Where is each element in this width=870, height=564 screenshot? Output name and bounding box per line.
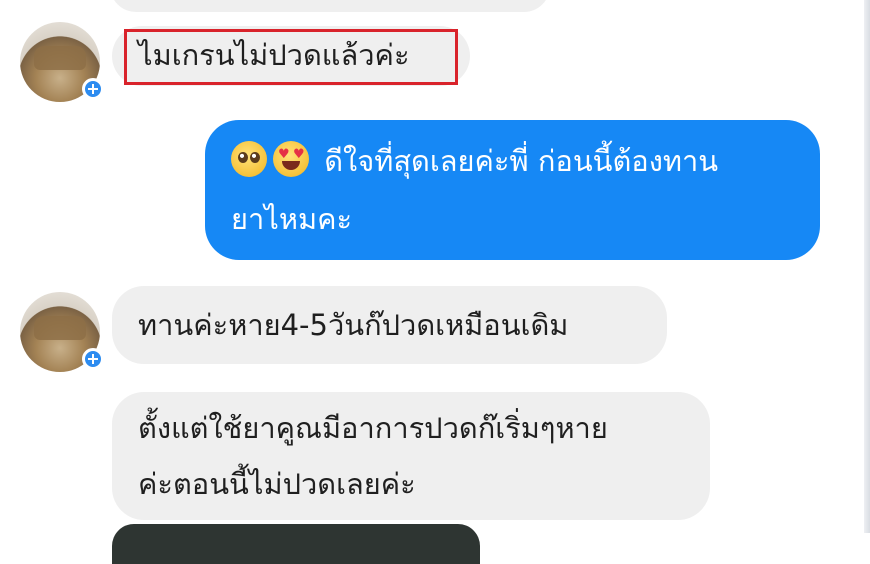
message-bubble-incoming[interactable]: ทานค่ะหาย4-5วันก๊ปวดเหมือนเดิม xyxy=(112,286,667,364)
message-text-line-2: ยาไหมคะ xyxy=(231,202,353,236)
window-edge xyxy=(864,0,870,533)
message-text-line-2: ค่ะตอนนี้ไม่ปวดเลยค่ะ xyxy=(138,467,416,501)
message-line: ยาไหมคะ xyxy=(231,190,794,248)
media-attachment[interactable] xyxy=(112,524,480,564)
contact-avatar[interactable] xyxy=(20,22,104,102)
message-text: ทานค่ะหาย4-5วันก๊ปวดเหมือนเดิม xyxy=(138,308,569,342)
message-text-line-1: ดีใจที่สุดเลยค่ะพี่ ก่อนนี้ต้องทาน xyxy=(324,144,719,178)
pleading-face-emoji xyxy=(231,141,267,177)
previous-message-bubble xyxy=(110,0,550,12)
heart-eyes-emoji: ♥ ♥ xyxy=(273,141,309,177)
message-bubble-incoming[interactable]: ตั้งแต่ใช้ยาคูณมีอาการปวดก๊เริ่มๆหาย ค่ะ… xyxy=(112,392,710,520)
contact-avatar[interactable] xyxy=(20,292,104,372)
message-line: ♥ ♥ ดีใจที่สุดเลยค่ะพี่ ก่อนนี้ต้องทาน xyxy=(231,132,794,190)
message-bubble-outgoing[interactable]: ♥ ♥ ดีใจที่สุดเลยค่ะพี่ ก่อนนี้ต้องทาน ยา… xyxy=(205,120,820,260)
messenger-badge-icon xyxy=(82,78,104,100)
messenger-badge-icon xyxy=(82,348,104,370)
message-text-line-1: ตั้งแต่ใช้ยาคูณมีอาการปวดก๊เริ่มๆหาย xyxy=(138,411,608,445)
highlight-box xyxy=(124,29,458,85)
